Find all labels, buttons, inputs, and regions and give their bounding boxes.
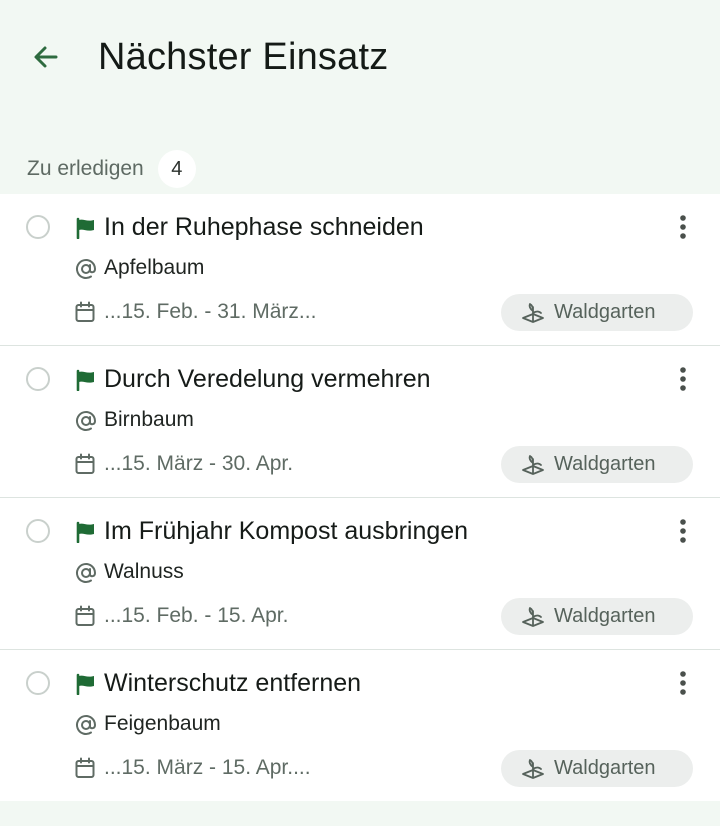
task-checkbox[interactable] — [26, 367, 50, 391]
garden-chip[interactable]: Waldgarten — [501, 750, 693, 787]
garden-icon — [522, 758, 544, 779]
more-vertical-icon — [680, 215, 686, 239]
task-checkbox[interactable] — [26, 519, 50, 543]
more-menu-button[interactable] — [668, 516, 698, 546]
garden-chip[interactable]: Waldgarten — [501, 294, 693, 331]
task-title: Winterschutz entfernen — [104, 669, 362, 697]
page-title: Nächster Einsatz — [98, 36, 389, 78]
date-range: ...15. Feb. - 31. März... — [104, 300, 317, 323]
task-checkbox[interactable] — [26, 215, 50, 239]
at-icon — [76, 563, 97, 583]
more-vertical-icon — [680, 519, 686, 543]
date-range: ...15. März - 15. Apr.... — [104, 756, 311, 779]
flag-icon — [76, 369, 94, 391]
count-badge: 4 — [157, 150, 196, 188]
at-icon — [76, 715, 97, 735]
more-menu-button[interactable] — [668, 364, 698, 394]
calendar-icon — [75, 453, 95, 474]
section-label: Zu erledigen — [27, 157, 144, 180]
app-header: Nächster Einsatz — [0, 0, 720, 145]
more-menu-button[interactable] — [668, 668, 698, 698]
plant-name: Walnuss — [104, 560, 184, 583]
task-item[interactable]: Im Frühjahr Kompost ausbringen Walnuss .… — [0, 498, 720, 650]
garden-label: Waldgarten — [554, 757, 656, 779]
garden-chip[interactable]: Waldgarten — [501, 446, 693, 483]
at-icon — [76, 411, 97, 431]
flag-icon — [76, 673, 94, 695]
task-title: In der Ruhephase schneiden — [104, 213, 424, 241]
more-vertical-icon — [680, 671, 686, 695]
task-list: In der Ruhephase schneiden Apfelbaum ...… — [0, 194, 720, 801]
garden-label: Waldgarten — [554, 301, 656, 323]
garden-label: Waldgarten — [554, 453, 656, 475]
task-title: Durch Veredelung vermehren — [104, 365, 431, 393]
garden-label: Waldgarten — [554, 605, 656, 627]
garden-icon — [522, 302, 544, 323]
more-vertical-icon — [680, 367, 686, 391]
task-item[interactable]: In der Ruhephase schneiden Apfelbaum ...… — [0, 194, 720, 346]
task-item[interactable]: Durch Veredelung vermehren Birnbaum ...1… — [0, 346, 720, 498]
at-icon — [76, 259, 97, 279]
task-item[interactable]: Winterschutz entfernen Feigenbaum ...15.… — [0, 650, 720, 801]
task-checkbox[interactable] — [26, 671, 50, 695]
date-range: ...15. März - 30. Apr. — [104, 452, 294, 475]
plant-name: Feigenbaum — [104, 712, 221, 735]
garden-icon — [522, 454, 544, 475]
task-title: Im Frühjahr Kompost ausbringen — [104, 517, 469, 545]
flag-icon — [76, 521, 94, 543]
section-header: Zu erledigen 4 — [27, 150, 196, 188]
flag-icon — [76, 217, 94, 239]
calendar-icon — [75, 301, 95, 322]
calendar-icon — [75, 757, 95, 778]
garden-chip[interactable]: Waldgarten — [501, 598, 693, 635]
calendar-icon — [75, 605, 95, 626]
date-range: ...15. Feb. - 15. Apr. — [104, 604, 289, 627]
garden-icon — [522, 606, 544, 627]
more-menu-button[interactable] — [668, 212, 698, 242]
plant-name: Apfelbaum — [104, 256, 205, 279]
back-button[interactable] — [22, 33, 70, 81]
arrow-left-icon — [34, 46, 58, 68]
plant-name: Birnbaum — [104, 408, 194, 431]
